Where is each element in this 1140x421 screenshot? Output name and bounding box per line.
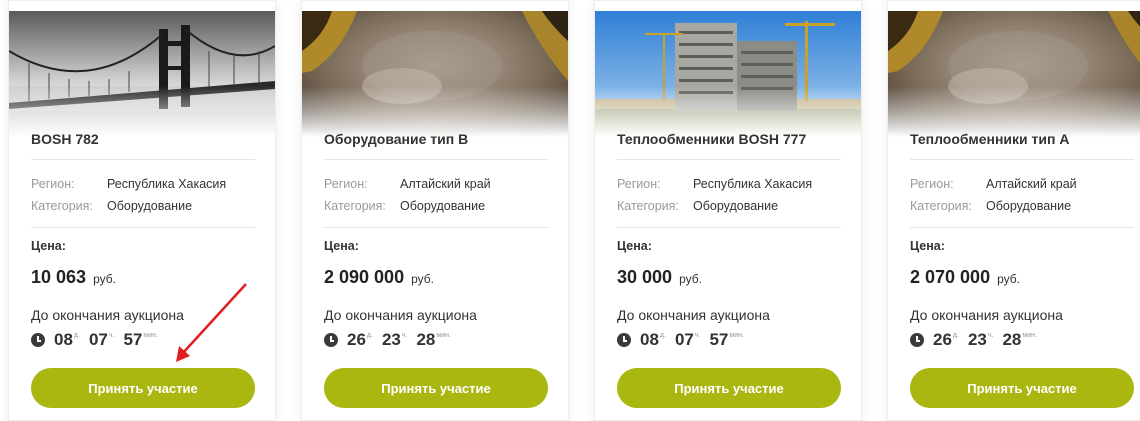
clock-icon xyxy=(910,333,924,347)
timer-days: 26 xyxy=(933,330,952,349)
divider xyxy=(617,159,841,160)
price-amount: 10 063 xyxy=(31,267,87,287)
timer-days-unit: д. xyxy=(73,331,80,339)
region-label: Регион: xyxy=(324,177,368,191)
price: 30 000 руб. xyxy=(617,267,702,288)
countdown-timer: 08 д. 07 ч. 57 мин. xyxy=(31,329,167,351)
timer-days-unit: д. xyxy=(659,331,666,339)
category-label: Категория: xyxy=(31,199,93,213)
timer-minutes: 28 xyxy=(416,330,436,349)
join-auction-button[interactable]: Принять участие xyxy=(910,368,1134,408)
price-label: Цена: xyxy=(31,239,66,253)
category-label: Категория: xyxy=(617,199,679,213)
timer-minutes-unit: мин. xyxy=(1022,331,1037,339)
price-amount: 2 090 000 xyxy=(324,267,405,287)
timer-minutes-unit: мин. xyxy=(729,331,744,339)
timer-days: 26 xyxy=(347,330,366,349)
auction-end-label: До окончания аукциона xyxy=(617,307,770,323)
price: 10 063 руб. xyxy=(31,267,116,288)
machinery-photo[interactable] xyxy=(888,11,1140,146)
price-label: Цена: xyxy=(910,239,945,253)
timer-hours-unit: ч. xyxy=(108,331,115,339)
price-amount: 2 070 000 xyxy=(910,267,991,287)
divider xyxy=(31,159,255,160)
divider xyxy=(31,227,255,228)
divider xyxy=(910,159,1134,160)
timer-hours: 23 xyxy=(381,330,401,349)
countdown-timer: 08 д. 07 ч. 57 мин. xyxy=(617,329,753,351)
price-currency: руб. xyxy=(411,272,434,286)
price-currency: руб. xyxy=(997,272,1020,286)
category-label: Категория: xyxy=(910,199,972,213)
price-currency: руб. xyxy=(93,272,116,286)
timer-minutes-unit: мин. xyxy=(436,331,451,339)
divider xyxy=(324,227,548,228)
timer-hours-unit: ч. xyxy=(987,331,994,339)
card-title[interactable]: Теплообменники тип А xyxy=(910,131,1069,147)
region-value: Алтайский край xyxy=(986,177,1077,191)
countdown-timer: 26 д. 23 ч. 28 мин. xyxy=(324,329,460,351)
timer-hours-unit: ч. xyxy=(401,331,408,339)
clock-icon xyxy=(324,333,338,347)
timer-minutes-unit: мин. xyxy=(143,331,158,339)
price-currency: руб. xyxy=(679,272,702,286)
machinery-photo[interactable] xyxy=(302,11,568,146)
region-label: Регион: xyxy=(31,177,75,191)
category-label: Категория: xyxy=(324,199,386,213)
join-auction-button[interactable]: Принять участие xyxy=(617,368,841,408)
auction-end-label: До окончания аукциона xyxy=(324,307,477,323)
timer-minutes: 57 xyxy=(123,330,143,349)
region-label: Регион: xyxy=(617,177,661,191)
clock-icon xyxy=(31,333,45,347)
category-value: Оборудование xyxy=(107,199,193,213)
timer-hours: 23 xyxy=(967,330,987,349)
price: 2 070 000 руб. xyxy=(910,267,1020,288)
category-value: Оборудование xyxy=(986,199,1072,213)
price-label: Цена: xyxy=(324,239,359,253)
timer-minutes: 28 xyxy=(1002,330,1022,349)
price: 2 090 000 руб. xyxy=(324,267,434,288)
divider xyxy=(910,227,1134,228)
timer-hours: 07 xyxy=(88,330,108,349)
region-value: Республика Хакасия xyxy=(107,177,227,191)
divider xyxy=(617,227,841,228)
card-title[interactable]: Теплообменники BOSH 777 xyxy=(617,131,806,147)
timer-days-unit: д. xyxy=(952,331,959,339)
region-value: Алтайский край xyxy=(400,177,491,191)
timer-days: 08 xyxy=(54,330,73,349)
join-auction-button[interactable]: Принять участие xyxy=(31,368,255,408)
category-value: Оборудование xyxy=(693,199,779,213)
card-title[interactable]: BOSH 782 xyxy=(31,131,99,147)
timer-days: 08 xyxy=(640,330,659,349)
price-label: Цена: xyxy=(617,239,652,253)
auction-card[interactable]: BOSH 782 Регион: Республика Хакасия Кате… xyxy=(8,0,276,421)
auction-card[interactable]: Теплообменники BOSH 777 Регион: Республи… xyxy=(594,0,862,421)
timer-days-unit: д. xyxy=(366,331,373,339)
auction-end-label: До окончания аукциона xyxy=(31,307,184,323)
timer-minutes: 57 xyxy=(709,330,729,349)
timer-hours: 07 xyxy=(674,330,694,349)
join-auction-button[interactable]: Принять участие xyxy=(324,368,548,408)
timer-hours-unit: ч. xyxy=(694,331,701,339)
divider xyxy=(324,159,548,160)
category-value: Оборудование xyxy=(400,199,486,213)
auction-cards: BOSH 782 Регион: Республика Хакасия Кате… xyxy=(0,0,1140,421)
card-title[interactable]: Оборудование тип B xyxy=(324,131,468,147)
clock-icon xyxy=(617,333,631,347)
auction-card[interactable]: Оборудование тип B Регион: Алтайский кра… xyxy=(301,0,569,421)
countdown-timer: 26 д. 23 ч. 28 мин. xyxy=(910,329,1046,351)
region-value: Республика Хакасия xyxy=(693,177,813,191)
price-amount: 30 000 xyxy=(617,267,673,287)
construction-photo[interactable] xyxy=(595,11,861,146)
bridge-photo[interactable] xyxy=(9,11,275,146)
auction-end-label: До окончания аукциона xyxy=(910,307,1063,323)
region-label: Регион: xyxy=(910,177,954,191)
auction-card[interactable]: Теплообменники тип А Регион: Алтайский к… xyxy=(887,0,1140,421)
